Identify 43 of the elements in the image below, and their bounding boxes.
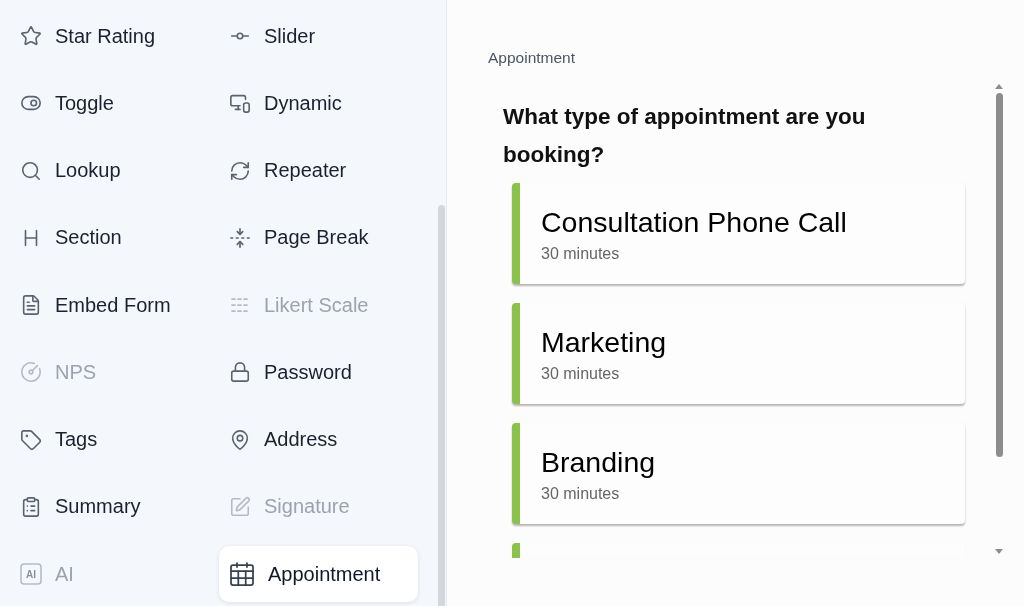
appointment-card[interactable]: Branding 30 minutes [512,423,965,524]
sidebar-item[interactable]: Toggle [10,75,209,132]
devices-icon [229,92,251,115]
fold-icon [229,226,251,249]
card-title: Branding [541,446,657,479]
sidebar-item[interactable]: Slider [219,8,418,64]
sidebar-item[interactable]: Summary [10,478,209,535]
question-text: What type of appointment are you booking? [503,103,867,169]
sidebar-item[interactable]: Dynamic [219,75,418,132]
sidebar-item[interactable]: Repeater [219,142,418,199]
sidebar-item[interactable]: Section [10,209,209,266]
refresh-icon [229,159,251,182]
sidebar-item[interactable]: Lookup [10,142,209,199]
scrollbar-thumb[interactable] [995,93,1003,457]
lock-icon [229,361,251,384]
clipboard-icon [20,495,42,518]
sidebar-item[interactable]: Address [219,411,418,468]
ai-icon: AI [20,563,42,585]
pen-square-icon [229,495,251,518]
scroll-down-icon[interactable] [995,549,1003,554]
scrollbar-thumb[interactable] [438,205,445,606]
calendar-icon [229,561,255,587]
appointment-card[interactable]: Marketing 30 minutes [512,303,965,404]
sidebar-item[interactable]: Password [219,344,418,401]
sidebar-item[interactable]: Appointment [219,546,418,602]
sidebar-item[interactable]: Embed Form [10,277,209,333]
card-duration: 30 minutes [541,485,621,503]
tag-icon [20,428,42,451]
gauge-icon [20,361,42,384]
card-title: Consultation Phone Call [541,206,848,239]
sidebar-item[interactable]: Star Rating [10,8,209,64]
card-title: Marketing [541,326,668,359]
map-pin-icon [229,428,251,451]
scroll-up-icon[interactable] [995,84,1003,89]
sidebar-item[interactable]: Page Break [219,209,418,266]
card-duration: 30 minutes [541,245,621,263]
sidebar-item[interactable]: Tags [10,411,209,468]
card-duration: 30 minutes [541,365,621,383]
appointment-card[interactable]: Consultation Phone Call 30 minutes [512,183,965,284]
star-icon [20,25,42,47]
search-icon [20,159,42,182]
document-icon [20,294,42,316]
panel-title: Appointment [488,48,577,68]
